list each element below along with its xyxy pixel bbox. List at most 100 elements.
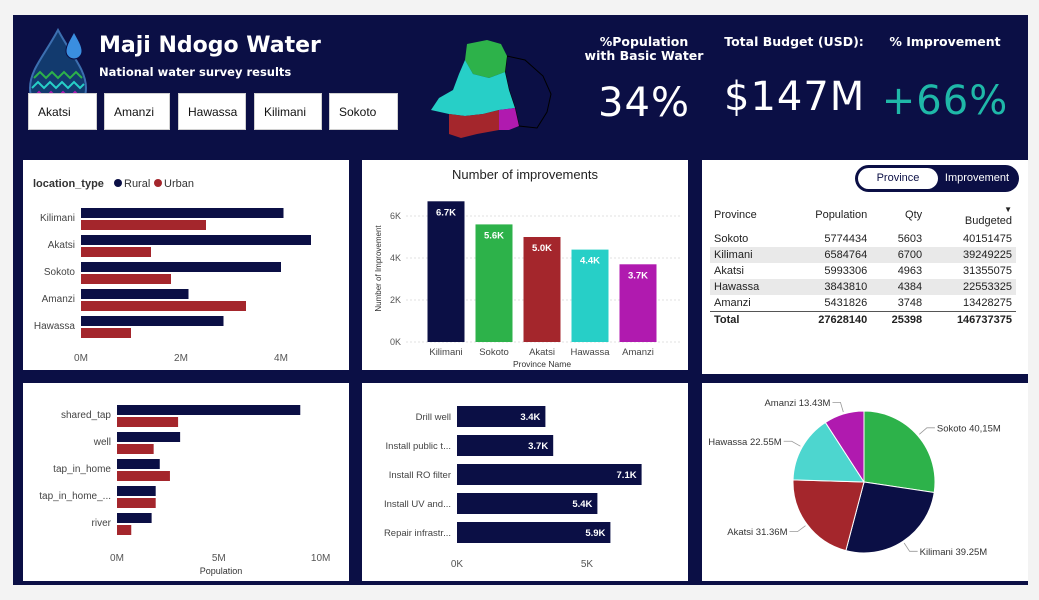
table-cell: 25398: [871, 311, 927, 328]
x-tick-label: Hawassa: [570, 347, 610, 358]
slicer-kilimani[interactable]: Kilimani: [254, 93, 322, 130]
data-label: 7.1K: [617, 470, 637, 481]
x-tick-label: 5M: [212, 553, 226, 564]
table-cell: 146737375: [926, 311, 1016, 328]
data-label: 5.6K: [484, 230, 504, 241]
pie-data-label: Hawassa 22.55M: [708, 437, 781, 448]
bar-rural: [117, 513, 152, 523]
category-label: Akatsi: [48, 240, 75, 251]
bar-rural: [117, 432, 181, 442]
bar-urban: [117, 444, 154, 454]
pie-data-label: Sokoto 40,15M: [937, 423, 1001, 434]
province-table: Province Population Qty ▼ Budgeted Sokoto…: [710, 200, 1016, 328]
y-tick-label: 6K: [390, 211, 401, 221]
data-label: 5.9K: [585, 528, 605, 539]
pie-data-label: Kilimani 39.25M: [920, 547, 988, 558]
bar-urban: [81, 328, 131, 338]
kpi-budget-label: Total Budget (USD):: [724, 34, 864, 49]
activities-chart-panel: Drill well 3.4K Install public t... 3.7K Ins…: [362, 383, 688, 581]
table-row: Hawassa 3843810 4384 22553325: [710, 279, 1016, 295]
kpi-basic-water-label: %Population with Basic Water: [584, 34, 704, 63]
table-cell: 5603: [897, 233, 923, 245]
kpi-budget-value: $147M: [724, 74, 866, 120]
slicer-akatsi[interactable]: Akatsi: [28, 93, 97, 130]
pie-data-label: Amanzi 13.43M: [764, 398, 830, 409]
pie-leader-line: [783, 440, 801, 447]
data-label: 3.7K: [528, 441, 548, 452]
table-cell: 5993306: [824, 265, 868, 277]
kpi-improvement-value: +66%: [881, 78, 1009, 124]
slicer-amanzi[interactable]: Amanzi: [104, 93, 170, 130]
province-improvement-toggle: Province Improvement: [855, 165, 1019, 192]
table-cell: 27628140: [785, 311, 872, 328]
x-tick-label: 0M: [110, 553, 124, 564]
category-label: river: [92, 518, 112, 529]
x-tick-label: Amanzi: [622, 347, 654, 358]
table-cell: Total: [710, 311, 786, 328]
bar-urban: [117, 525, 132, 535]
table-header-population[interactable]: Population: [786, 200, 871, 231]
category-label: Sokoto: [44, 267, 76, 278]
bar-sokoto: [475, 224, 513, 342]
table-header-qty[interactable]: Qty: [871, 200, 926, 231]
data-label: 3.7K: [628, 270, 648, 281]
category-label: Drill well: [416, 412, 451, 423]
toggle-province-button[interactable]: Province: [858, 168, 938, 189]
x-tick-label: 0K: [451, 559, 464, 570]
bar-rural: [81, 208, 284, 218]
data-label: 3.4K: [520, 412, 540, 423]
legend-title: location_type: [33, 178, 104, 190]
x-tick-label: 2M: [174, 353, 188, 364]
data-label: 6.7K: [436, 207, 456, 218]
table-cell: 3748: [897, 297, 923, 309]
x-tick-label: 5K: [581, 559, 594, 570]
category-label: tap_in_home: [53, 464, 111, 475]
table-cell: 13428275: [963, 297, 1012, 309]
x-tick-label: Akatsi: [529, 347, 555, 358]
legend-label-urban: Urban: [164, 178, 194, 190]
budget-pie-chart: Sokoto 40,15M Kilimani 39.25M Akatsi 31.36…: [708, 398, 1001, 558]
bar-rural: [81, 289, 189, 299]
province-map[interactable]: [425, 38, 565, 144]
pie-leader-line: [832, 402, 844, 413]
category-label: Repair infrastr...: [384, 528, 451, 539]
toggle-improvement-button[interactable]: Improvement: [938, 168, 1016, 189]
y-tick-label: 0K: [390, 337, 401, 347]
dashboard-subtitle: National water survey results: [99, 65, 292, 79]
category-label: shared_tap: [61, 410, 111, 421]
x-tick-label: 10M: [311, 553, 330, 564]
bar-rural: [117, 459, 160, 469]
province-table-panel: Province Improvement Province Population…: [702, 160, 1028, 374]
table-row: Sokoto 5774434 5603 40151475: [710, 231, 1016, 247]
table-cell: Hawassa: [710, 279, 786, 295]
bar: [457, 464, 642, 485]
data-label: 4.4K: [580, 256, 600, 267]
table-cell: Akatsi: [714, 265, 744, 277]
data-label: 5.0K: [532, 243, 552, 254]
legend-label-rural: Rural: [124, 178, 150, 190]
table-cell: 40151475: [963, 233, 1012, 245]
table-header-budgeted[interactable]: ▼ Budgeted: [926, 200, 1016, 231]
table-header-row: Province Population Qty ▼ Budgeted: [710, 200, 1016, 231]
y-axis-label: Number of Improvement: [374, 225, 383, 312]
category-label: tap_in_home_...: [39, 491, 111, 502]
pie-slice-sokoto: [863, 410, 936, 494]
x-tick-label: Sokoto: [479, 347, 509, 358]
x-tick-label: 0M: [74, 353, 88, 364]
table-cell: 39249225: [926, 247, 1016, 263]
table-cell: 22553325: [926, 279, 1016, 295]
kpi-basic-water-value: 34%: [598, 80, 690, 126]
bar-rural: [81, 235, 311, 245]
table-header-province[interactable]: Province: [710, 200, 786, 231]
x-tick-label: Kilimani: [429, 347, 462, 358]
y-tick-label: 4K: [390, 253, 401, 263]
bar-kilimani: [427, 201, 465, 342]
slicer-sokoto[interactable]: Sokoto: [329, 93, 398, 130]
bar-urban: [81, 301, 246, 311]
slicer-hawassa[interactable]: Hawassa: [178, 93, 246, 130]
table-cell: 4384: [871, 279, 927, 295]
x-axis-label: Province Name: [513, 359, 571, 369]
table-cell: Kilimani: [710, 247, 786, 263]
chart-title: Number of improvements: [452, 167, 598, 182]
budget-pie-panel: Sokoto 40,15M Kilimani 39.25M Akatsi 31.36…: [702, 383, 1028, 581]
